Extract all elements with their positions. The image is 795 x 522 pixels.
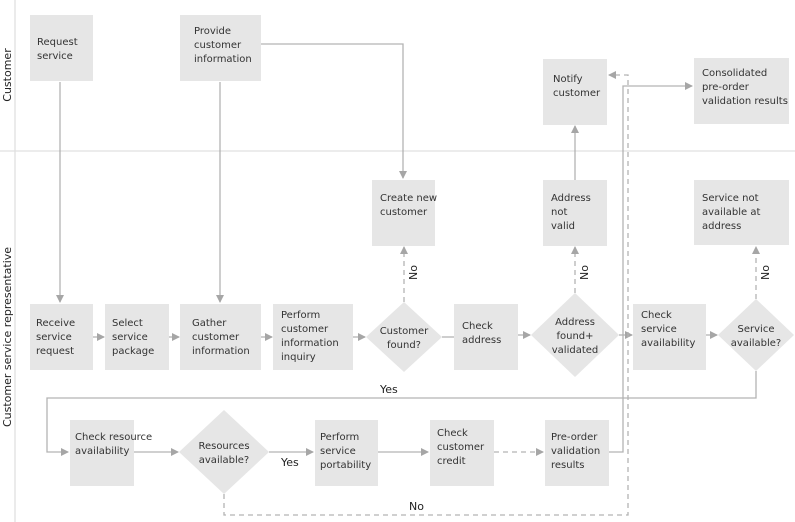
- task-consolidated: Consolidated pre-order validation results: [694, 58, 789, 124]
- node-text-line: credit: [437, 456, 466, 467]
- node-text-line: valid: [551, 221, 575, 232]
- node-text-line: request: [36, 346, 74, 357]
- node-text-line: available?: [199, 455, 249, 466]
- node-text-line: Service: [738, 324, 775, 335]
- lane-label-customer: Customer: [1, 48, 14, 102]
- node-text-line: results: [551, 460, 585, 471]
- node-text-line: information: [281, 338, 339, 349]
- node-text-line: service: [36, 332, 72, 343]
- node-text-line: Customer: [380, 326, 429, 337]
- task-check-credit: Check customer credit: [430, 420, 494, 486]
- task-receive-request: Receive service request: [30, 304, 93, 370]
- node-text-line: Address: [555, 317, 595, 328]
- task-notify-customer: Notify customer: [543, 59, 607, 125]
- node-text-line: Provide: [194, 26, 231, 37]
- node-text-line: Perform: [281, 310, 320, 321]
- node-text-line: information: [192, 346, 250, 357]
- node-text-line: address: [702, 221, 741, 232]
- node-text-line: customer: [192, 332, 240, 343]
- task-gather-info: Gather customer information: [180, 304, 261, 370]
- node-text-line: Create new: [380, 193, 437, 204]
- node-text-line: Notify: [553, 74, 583, 85]
- node-text-line: Gather: [192, 318, 227, 329]
- edge-label-no-address: No: [578, 265, 591, 280]
- node-text-line: Pre-order: [551, 432, 598, 443]
- decision-address-validated: Address found+ validated: [531, 293, 619, 377]
- node-text-line: not: [551, 207, 567, 218]
- edge-label-yes-service: Yes: [379, 383, 398, 396]
- node-text-line: customer: [194, 40, 242, 51]
- node-text-line: customer: [553, 88, 601, 99]
- edge-preorder-consolidated: [609, 82, 693, 453]
- swimlane-diagram: Customer Customer service representative…: [0, 0, 795, 522]
- task-perform-inquiry: Perform customer information inquiry: [273, 304, 353, 370]
- task-check-service: Check service availability: [633, 304, 706, 370]
- node-text-line: service: [320, 446, 356, 457]
- node-text-line: found+: [556, 331, 593, 342]
- node-text-line: service: [112, 332, 148, 343]
- task-service-portability: Perform service portability: [315, 420, 378, 486]
- node-text-line: found?: [387, 340, 421, 351]
- node-text-line: Receive: [36, 318, 75, 329]
- node-text-line: Service not: [702, 193, 759, 204]
- node-text-line: service: [37, 51, 73, 62]
- edge-provide-create: [261, 43, 407, 179]
- decision-resources-available: Resources available?: [179, 410, 269, 494]
- node-text-line: Consolidated: [702, 68, 767, 79]
- node-text-line: information: [194, 54, 252, 65]
- edge-yes-resource: [46, 371, 757, 456]
- node-shape: [179, 410, 269, 494]
- edge-label-no-customer: No: [407, 265, 420, 280]
- edge-label-yes-resources: Yes: [280, 456, 299, 469]
- edge-label-no-service: No: [759, 265, 772, 280]
- node-text-line: Select: [112, 318, 143, 329]
- node-text-line: customer: [281, 324, 329, 335]
- node-text-line: Perform: [320, 432, 359, 443]
- node-text-line: validated: [552, 345, 599, 356]
- node-text-line: package: [112, 346, 154, 357]
- node-text-line: Address: [551, 193, 591, 204]
- node-text-line: inquiry: [281, 352, 316, 363]
- decision-service-available: Service available?: [718, 299, 794, 371]
- node-text-line: available?: [731, 338, 781, 349]
- node-shape: [30, 15, 93, 81]
- task-select-package: Select service package: [105, 304, 169, 370]
- task-preorder-results: Pre-order validation results: [545, 420, 609, 486]
- node-text-line: address: [462, 335, 501, 346]
- node-text-line: Resources: [198, 441, 249, 452]
- node-text-line: Check resource: [75, 432, 152, 443]
- decision-customer-found: Customer found?: [366, 302, 442, 372]
- node-text-line: available at: [702, 207, 760, 218]
- node-shape: [718, 299, 794, 371]
- node-text-line: portability: [320, 460, 371, 471]
- node-text-line: validation results: [702, 96, 788, 107]
- task-create-customer: Create new customer: [372, 180, 437, 246]
- task-check-address: Check address: [454, 304, 518, 370]
- task-check-resource: Check resource availability: [70, 420, 152, 486]
- node-text-line: customer: [380, 207, 428, 218]
- edges: [46, 43, 760, 516]
- task-service-not-available: Service not available at address: [694, 180, 789, 245]
- node-text-line: Check: [437, 428, 468, 439]
- node-text-line: Check: [641, 310, 672, 321]
- node-shape: [366, 302, 442, 372]
- node-text-line: Check: [462, 321, 493, 332]
- node-text-line: Request: [37, 37, 78, 48]
- node-text-line: customer: [437, 442, 485, 453]
- lane-label-csr: Customer service representative: [1, 247, 14, 427]
- task-provide-info: Provide customer information: [180, 15, 261, 81]
- task-request-service: Request service: [30, 15, 93, 81]
- task-address-not-valid: Address not valid: [543, 180, 607, 246]
- node-text-line: availability: [75, 446, 129, 457]
- node-text-line: pre-order: [702, 82, 750, 93]
- node-text-line: service: [641, 324, 677, 335]
- edge-label-no-resources: No: [409, 500, 424, 513]
- node-text-line: validation: [551, 446, 600, 457]
- node-text-line: availability: [641, 338, 695, 349]
